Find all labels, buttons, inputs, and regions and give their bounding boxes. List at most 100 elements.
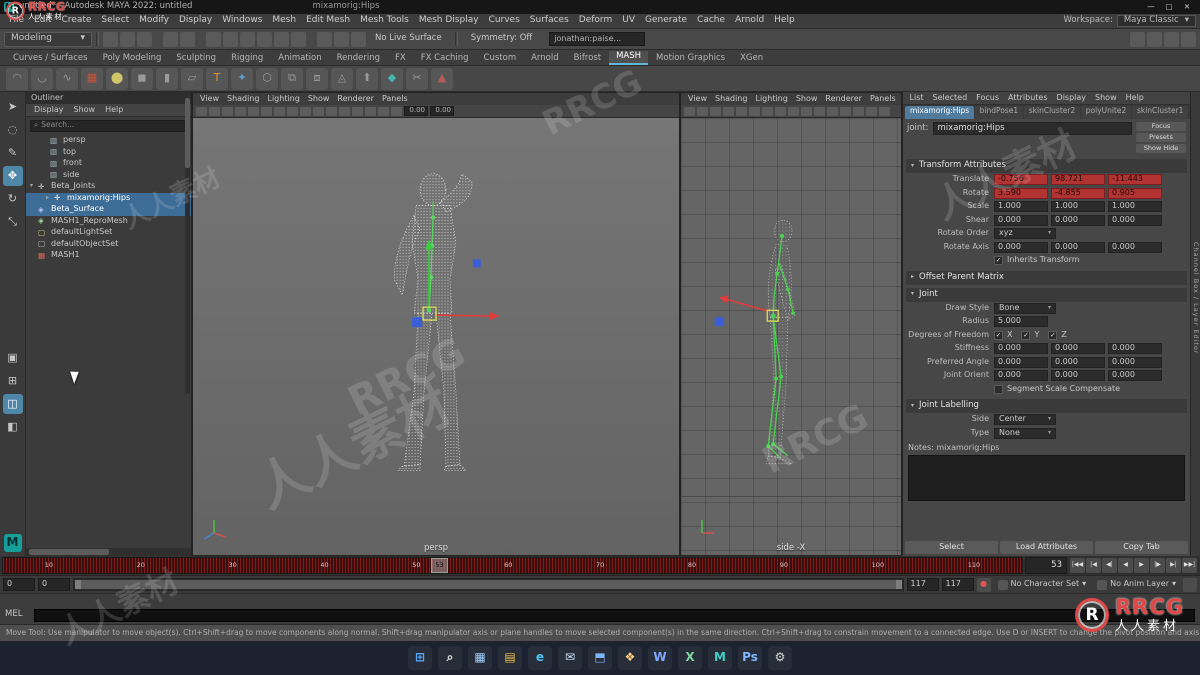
- current-frame-field[interactable]: 53: [1025, 557, 1067, 574]
- outliner-item[interactable]: ◈ MASH1_ReproMesh: [26, 216, 191, 228]
- mash-network-icon[interactable]: ▦: [81, 67, 103, 90]
- character-set-dropdown[interactable]: No Character Set ▾: [994, 579, 1091, 590]
- shelf-tab[interactable]: Custom: [477, 53, 524, 65]
- attribute-editor-menu-item[interactable]: Selected: [928, 93, 972, 103]
- settings-icon[interactable]: ⚙: [768, 646, 792, 670]
- layout-two-pane-side-by-side[interactable]: ◫: [2, 394, 23, 414]
- boolean-union-icon[interactable]: ⬡: [256, 67, 278, 90]
- attribute-editor-menu-item[interactable]: Attributes: [1004, 93, 1053, 103]
- bevel-icon[interactable]: ◆: [381, 67, 403, 90]
- lock-camera-icon[interactable]: [697, 106, 708, 116]
- animation-start-field[interactable]: 0: [38, 578, 70, 591]
- menu-item[interactable]: UV: [617, 15, 640, 26]
- outliner-item[interactable]: ▧ front: [26, 158, 191, 170]
- outliner-vertical-scrollbar[interactable]: [185, 94, 190, 394]
- shelf-tab[interactable]: Motion Graphics: [649, 53, 732, 65]
- panel-field[interactable]: 0.00: [430, 106, 454, 116]
- command-line-mode-label[interactable]: MEL: [5, 609, 29, 619]
- shelf-tab[interactable]: Arnold: [524, 53, 566, 65]
- inherits-transform-checkbox[interactable]: ✓: [994, 256, 1003, 266]
- save-scene-icon[interactable]: [137, 31, 152, 47]
- modeling-toolkit-toggle-icon[interactable]: [1181, 31, 1196, 47]
- panel-menu-item[interactable]: Renderer: [333, 94, 378, 104]
- lock-camera-icon[interactable]: [209, 106, 220, 116]
- camera-attributes-icon[interactable]: [710, 106, 721, 116]
- paint-select-tool[interactable]: ✎: [3, 143, 23, 163]
- attr-field-y[interactable]: 0.000: [1051, 370, 1105, 382]
- resolution-gate-icon[interactable]: [313, 106, 324, 116]
- current-time-marker[interactable]: 53: [430, 558, 448, 573]
- isolate-select-icon[interactable]: [762, 106, 773, 116]
- attr-field-z[interactable]: -11.443: [1108, 174, 1162, 186]
- side-dropdown[interactable]: Center ▾: [994, 414, 1056, 426]
- snap-to-projected-center-icon[interactable]: [257, 31, 272, 47]
- playback-start-field[interactable]: 0: [3, 578, 35, 591]
- panel-menu-item[interactable]: View: [684, 94, 711, 104]
- snap-to-curve-icon[interactable]: [223, 31, 238, 47]
- edge-browser-icon[interactable]: e: [528, 646, 552, 670]
- step-forward-frame-button[interactable]: ▶|: [1166, 558, 1181, 573]
- panel-menu-item[interactable]: Shading: [711, 94, 752, 104]
- menu-item[interactable]: Select: [96, 15, 134, 26]
- attr-field-x[interactable]: 0.000: [994, 370, 1048, 382]
- outliner-menu-item[interactable]: Display: [29, 105, 69, 115]
- extrude-icon[interactable]: ⬆: [356, 67, 378, 90]
- show-hide-button[interactable]: Show Hide: [1136, 144, 1186, 153]
- viewport-persp[interactable]: View Shading Lighting Show Renderer Panels 0.…: [192, 92, 680, 556]
- menu-item[interactable]: Display: [174, 15, 217, 26]
- select-tool[interactable]: ➤: [3, 97, 23, 117]
- panel-menu-item[interactable]: Panels: [866, 94, 900, 104]
- attr-field-y[interactable]: 98.721: [1051, 174, 1105, 186]
- persp-canvas[interactable]: persp: [193, 118, 679, 555]
- panel-menu-item[interactable]: Renderer: [821, 94, 866, 104]
- lighting-icon[interactable]: [866, 106, 877, 116]
- grid-toggle-icon[interactable]: [287, 106, 298, 116]
- image-plane-icon[interactable]: [736, 106, 747, 116]
- pencil-curve-tool-icon[interactable]: ∿: [56, 67, 78, 90]
- menu-item[interactable]: Mesh: [267, 15, 301, 26]
- step-back-key-button[interactable]: ◀|: [1102, 558, 1117, 573]
- plane-primitive-icon[interactable]: ▱: [181, 67, 203, 90]
- select-camera-icon[interactable]: [196, 106, 207, 116]
- menu-set-dropdown[interactable]: Modeling ▾: [4, 31, 92, 47]
- attribute-editor-footer-button[interactable]: Copy Tab: [1095, 541, 1188, 554]
- new-scene-icon[interactable]: [103, 31, 118, 47]
- attr-field-x[interactable]: -0.756: [994, 174, 1048, 186]
- go-to-start-button[interactable]: |◀◀: [1070, 558, 1085, 573]
- rotate-axis-y[interactable]: 0.000: [1051, 241, 1105, 253]
- attr-field-z[interactable]: 0.000: [1108, 370, 1162, 382]
- two-d-pan-zoom-icon[interactable]: [261, 106, 272, 116]
- attribute-editor-menu-item[interactable]: Focus: [972, 93, 1004, 103]
- attr-field-y[interactable]: 1.000: [1051, 201, 1105, 213]
- rotate-axis-z[interactable]: 0.000: [1108, 241, 1162, 253]
- attr-field-z[interactable]: 0.905: [1108, 187, 1162, 199]
- separate-icon[interactable]: ⧈: [306, 67, 328, 90]
- side-canvas[interactable]: side -X: [681, 118, 901, 555]
- film-gate-icon[interactable]: [300, 106, 311, 116]
- attr-field-y[interactable]: 0.000: [1051, 214, 1105, 226]
- workspace-dropdown[interactable]: Maya Classic ▾: [1116, 15, 1196, 27]
- section-joint-labelling[interactable]: ▾ Joint Labelling: [906, 399, 1187, 413]
- menu-item[interactable]: Modify: [134, 15, 174, 26]
- menu-item[interactable]: Deform: [574, 15, 617, 26]
- time-slider-track[interactable]: 10 20 30 40 50 60 70 80 90 100 110 53: [2, 557, 1023, 574]
- section-transform-attributes[interactable]: ▾ Transform Attributes: [906, 159, 1187, 173]
- attr-field-x[interactable]: 0.000: [994, 214, 1048, 226]
- attribute-editor-menu-item[interactable]: List: [905, 93, 928, 103]
- shelf-tab[interactable]: XGen: [733, 53, 770, 65]
- two-d-pan-zoom-icon[interactable]: [749, 106, 760, 116]
- attribute-editor-menu-item[interactable]: Show: [1091, 93, 1122, 103]
- attr-field-y[interactable]: 0.000: [1051, 343, 1105, 355]
- menu-item[interactable]: Arnold: [730, 15, 769, 26]
- symmetry-dropdown[interactable]: Symmetry: Off: [471, 33, 533, 43]
- panel-menu-item[interactable]: Lighting: [751, 94, 791, 104]
- outliner-item[interactable]: ▢ defaultObjectSet: [26, 239, 191, 251]
- joint-name-field[interactable]: mixamorig:Hips: [932, 122, 1132, 135]
- isolate-select-icon[interactable]: [274, 106, 285, 116]
- attr-field-y[interactable]: 0.000: [1051, 356, 1105, 368]
- expand-arrow-icon[interactable]: ▸: [46, 194, 54, 202]
- step-back-frame-button[interactable]: |◀: [1086, 558, 1101, 573]
- dof-y-checkbox[interactable]: ✓: [1021, 330, 1031, 340]
- menu-item[interactable]: Curves: [484, 15, 525, 26]
- outliner-item[interactable]: ▧ top: [26, 147, 191, 159]
